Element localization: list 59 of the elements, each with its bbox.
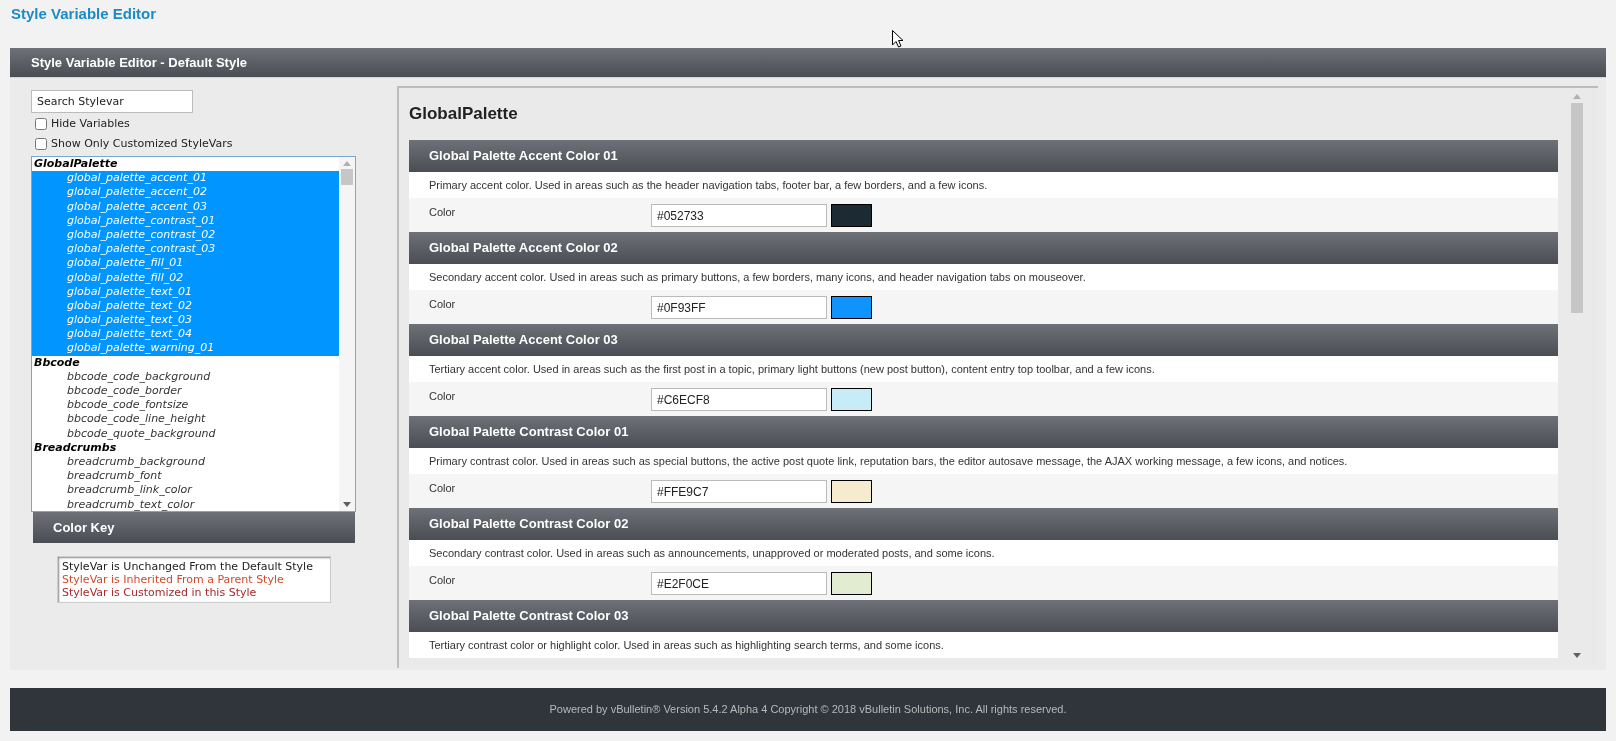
list-option[interactable]: bbcode_quote_background bbox=[32, 426, 339, 441]
panel-title: Style Variable Editor - Default Style bbox=[31, 53, 247, 72]
field-label: Color bbox=[429, 573, 457, 588]
color-swatch[interactable] bbox=[831, 388, 872, 411]
list-option[interactable]: breadcrumb_background bbox=[32, 454, 339, 470]
section-title: Global Palette Contrast Color 01 bbox=[429, 423, 629, 442]
list-option[interactable]: breadcrumb_font bbox=[32, 469, 339, 484]
color-key-label: StyleVar is Inherited From a Parent Style bbox=[62, 573, 285, 586]
list-group-heading: Breadcrumbs bbox=[33, 440, 118, 455]
section-description: Secondary contrast color. Used in areas such as announcements, unapproved or moderated posts, and some icons. bbox=[429, 545, 995, 561]
stylevar-listbox[interactable] bbox=[31, 156, 356, 512]
search-field[interactable]: Search Stylevar bbox=[31, 90, 193, 113]
color-value-field[interactable]: #FFE9C7 bbox=[651, 480, 827, 503]
list-option[interactable]: breadcrumb_link_color bbox=[32, 483, 339, 498]
cursor-icon bbox=[892, 30, 904, 48]
section-title: Global Palette Contrast Color 02 bbox=[429, 515, 629, 534]
checkbox[interactable] bbox=[35, 138, 47, 150]
section-description: Tertiary accent color. Used in areas such as the first post in a topic, primary light buttons (new post button), content entry top toolbar, and a few icons. bbox=[429, 361, 1155, 377]
color-value-field[interactable]: #C6ECF8 bbox=[651, 388, 827, 411]
list-option[interactable]: bbcode_code_background bbox=[32, 369, 339, 384]
list-option[interactable]: bbcode_code_line_height bbox=[32, 412, 339, 427]
checkbox-label: Show Only Customized StyleVars bbox=[51, 135, 233, 152]
field-label: Color bbox=[429, 389, 457, 404]
color-swatch[interactable] bbox=[831, 204, 872, 227]
section-title: Global Palette Accent Color 02 bbox=[429, 239, 618, 258]
list-option[interactable]: breadcrumb_text_color bbox=[32, 497, 339, 511]
checkbox[interactable] bbox=[35, 118, 47, 130]
list-group-heading: GlobalPalette bbox=[33, 157, 119, 172]
group-title: GlobalPalette bbox=[409, 103, 518, 126]
section-description: Primary accent color. Used in areas such as the header navigation tabs, footer bar, a few borders, and a few icons. bbox=[429, 177, 988, 193]
list-option[interactable]: bbcode_code_fontsize bbox=[32, 398, 339, 413]
color-swatch[interactable] bbox=[831, 296, 872, 319]
color-swatch[interactable] bbox=[831, 480, 872, 503]
section-description: Primary contrast color. Used in areas such as special buttons, the active post quote link, reputation bars, the editor autosave message, the AJAX working message, a few icons, and notices. bbox=[429, 453, 1348, 469]
scroll-down-icon[interactable] bbox=[1573, 653, 1581, 658]
color-value-field[interactable]: #052733 bbox=[651, 204, 827, 227]
field-label: Color bbox=[429, 481, 457, 496]
section-title: Global Palette Accent Color 01 bbox=[429, 147, 618, 166]
section-title: Global Palette Contrast Color 03 bbox=[429, 607, 629, 626]
color-key-label: StyleVar is Unchanged From the Default Style bbox=[62, 560, 314, 573]
section-title: Global Palette Accent Color 03 bbox=[429, 331, 618, 350]
footer-text: Powered by vBulletin® Version 5.4.2 Alpha 4 Copyright © 2018 vBulletin Solutions, Inc. All rights reserved. bbox=[549, 702, 1067, 718]
list-option[interactable]: bbcode_code_border bbox=[32, 384, 339, 399]
field-label: Color bbox=[429, 297, 457, 312]
section-description: Tertiary contrast color or highlight color. Used in areas such as highlighting search terms, and some icons. bbox=[429, 637, 944, 653]
color-value-field[interactable]: #E2F0CE bbox=[651, 572, 827, 595]
color-key-label: StyleVar is Customized in this Style bbox=[62, 586, 258, 599]
page-title: Style Variable Editor bbox=[11, 5, 157, 22]
color-value-field[interactable]: #0F93FF bbox=[651, 296, 827, 319]
section-description: Secondary accent color. Used in areas such as primary buttons, a few borders, many icons, and header navigation tabs on mouseover. bbox=[429, 269, 1086, 285]
scroll-thumb[interactable] bbox=[341, 169, 353, 185]
field-label: Color bbox=[429, 205, 457, 220]
scrollbar[interactable] bbox=[339, 157, 355, 511]
scroll-down-icon[interactable] bbox=[343, 502, 351, 507]
color-key-title: Color Key bbox=[53, 518, 115, 537]
list-group-heading: Bbcode bbox=[33, 355, 81, 370]
color-swatch[interactable] bbox=[831, 572, 872, 595]
scroll-thumb[interactable] bbox=[1571, 103, 1583, 313]
checkbox-label: Hide Variables bbox=[51, 115, 130, 132]
